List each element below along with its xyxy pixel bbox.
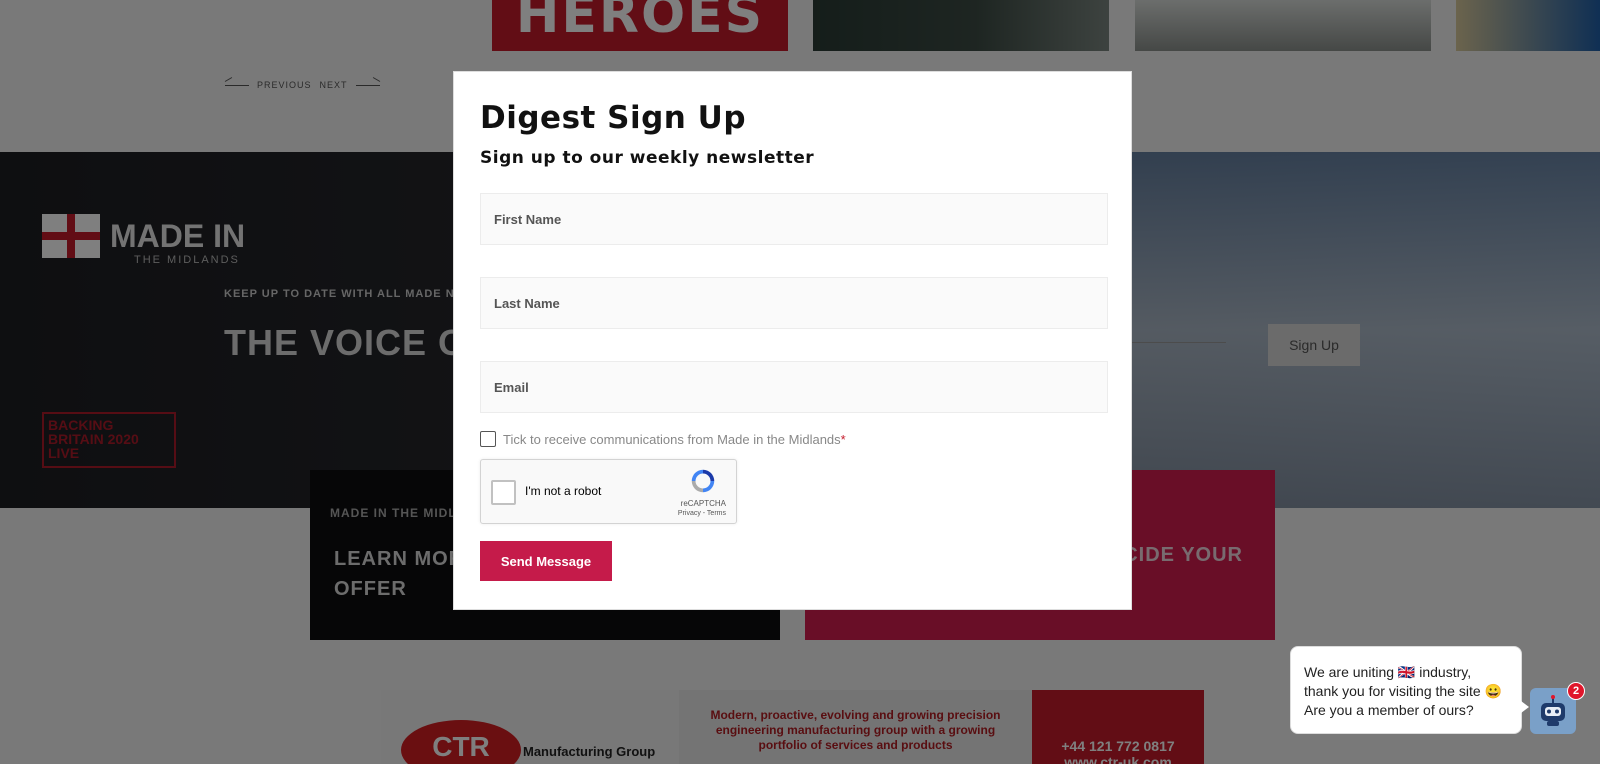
recaptcha-checkbox[interactable]: [491, 480, 516, 505]
digest-signup-modal: Digest Sign Up Sign up to our weekly new…: [453, 71, 1132, 610]
recaptcha-brand: reCAPTCHA: [680, 499, 726, 508]
notification-badge: 2: [1567, 682, 1585, 700]
first-name-field[interactable]: [480, 193, 1108, 245]
recaptcha-terms-link[interactable]: Privacy - Terms: [678, 510, 726, 517]
recaptcha-widget: I'm not a robot reCAPTCHA Privacy - Term…: [480, 459, 737, 524]
consent-row: Tick to receive communications from Made…: [480, 431, 1105, 447]
robot-icon: [1541, 695, 1565, 726]
recaptcha-logo-icon: [691, 469, 715, 493]
required-mark: *: [840, 431, 846, 447]
consent-label-text: Tick to receive communications from Made…: [503, 431, 841, 447]
email-field[interactable]: [480, 361, 1108, 413]
modal-subtitle: Sign up to our weekly newsletter: [480, 148, 815, 168]
send-message-button[interactable]: Send Message: [480, 541, 612, 581]
last-name-field[interactable]: [480, 277, 1108, 329]
consent-checkbox[interactable]: [480, 431, 496, 447]
recaptcha-label: I'm not a robot: [525, 484, 602, 498]
consent-label: Tick to receive communications from Made…: [503, 432, 846, 447]
modal-title: Digest Sign Up: [480, 100, 747, 136]
chat-greeting-bubble[interactable]: We are uniting 🇬🇧 industry, thank you fo…: [1290, 646, 1529, 734]
